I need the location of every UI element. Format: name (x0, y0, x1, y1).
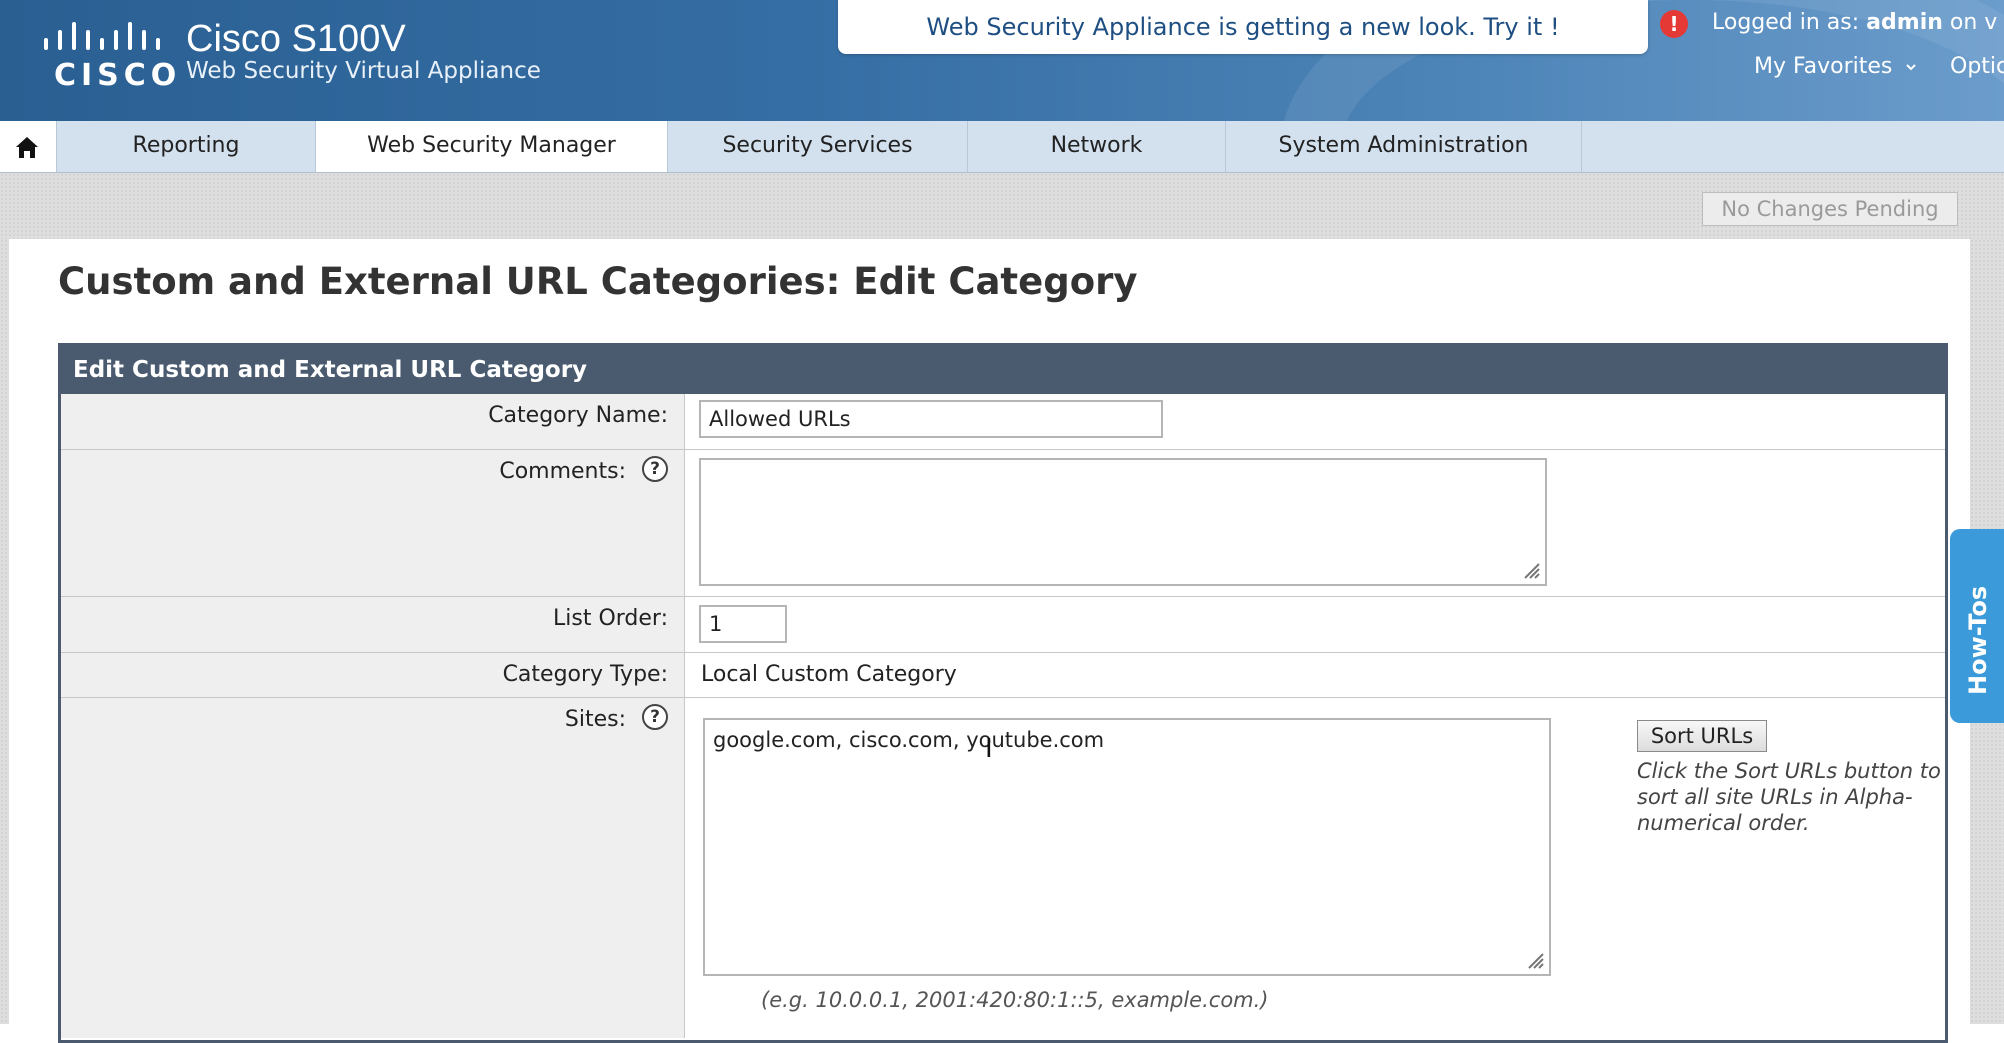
sites-label: Sites: (564, 707, 626, 732)
product-name: Cisco S100V (186, 18, 406, 60)
list-order-label: List Order: (553, 606, 668, 631)
login-prefix: Logged in as: (1712, 10, 1860, 35)
sites-example-hint: (e.g. 10.0.0.1, 2001:420:80:1::5, exampl… (761, 988, 1269, 1012)
category-name-label-cell: Category Name: (61, 394, 685, 449)
list-order-input[interactable] (699, 605, 787, 643)
sites-textarea[interactable]: google.com, cisco.com, youtube.com (703, 718, 1551, 976)
sites-help-icon[interactable]: ? (642, 704, 668, 730)
product-subtitle: Web Security Virtual Appliance (186, 58, 541, 84)
login-suffix: on v (1949, 10, 1998, 35)
category-type-label-cell: Category Type: (61, 653, 685, 697)
nav-home-button[interactable] (0, 121, 57, 172)
resize-grip-icon[interactable] (1523, 948, 1545, 970)
login-status: Logged in as: admin on v (1712, 10, 1997, 35)
cisco-logo-bars-icon (44, 22, 160, 50)
my-favorites-menu[interactable]: My Favorites (1754, 54, 1917, 79)
nav-tab-web-security-manager[interactable]: Web Security Manager (316, 121, 668, 172)
alert-icon[interactable]: ! (1660, 10, 1688, 38)
nav-tab-security-services[interactable]: Security Services (668, 121, 968, 172)
resize-grip-icon[interactable] (1519, 558, 1541, 580)
list-order-label-cell: List Order: (61, 597, 685, 652)
category-name-input[interactable] (699, 400, 1163, 438)
category-name-label: Category Name: (488, 403, 668, 428)
category-type-value: Local Custom Category (701, 662, 957, 687)
home-icon (16, 137, 38, 158)
nav-tab-network[interactable]: Network (968, 121, 1226, 172)
category-type-label: Category Type: (502, 662, 668, 687)
no-changes-pending-button[interactable]: No Changes Pending (1702, 192, 1958, 226)
comments-row: Comments: ? (61, 450, 1945, 597)
sites-row: Sites: ? google.com, cisco.com, youtube.… (61, 698, 1945, 1038)
chevron-down-icon (1906, 64, 1917, 71)
category-type-row: Category Type: Local Custom Category (61, 653, 1945, 698)
app-header: CISCO Cisco S100V Web Security Virtual A… (0, 0, 2004, 121)
sort-urls-button[interactable]: Sort URLs (1637, 720, 1767, 752)
comments-textarea[interactable] (699, 458, 1547, 586)
login-username: admin (1866, 10, 1943, 35)
how-tos-tab[interactable]: How-Tos (1950, 529, 2004, 723)
sites-value: google.com, cisco.com, youtube.com (713, 728, 1105, 752)
comments-label-cell: Comments: ? (61, 450, 685, 596)
nav-tab-reporting[interactable]: Reporting (57, 121, 316, 172)
sort-urls-help-text: Click the Sort URLs button to sort all s… (1637, 759, 1941, 835)
text-cursor-icon: I (985, 734, 993, 764)
options-menu[interactable]: Optic (1950, 54, 2004, 79)
my-favorites-label: My Favorites (1754, 54, 1893, 79)
nav-tab-system-administration[interactable]: System Administration (1226, 121, 1582, 172)
new-look-banner[interactable]: Web Security Appliance is getting a new … (838, 0, 1648, 54)
how-tos-label: How-Tos (1964, 585, 1992, 695)
comments-help-icon[interactable]: ? (642, 456, 668, 482)
list-order-row: List Order: (61, 597, 1945, 653)
left-gutter (0, 239, 9, 1024)
cisco-logo-text: CISCO (54, 58, 182, 93)
main-nav: Reporting Web Security Manager Security … (0, 121, 2004, 173)
category-name-row: Category Name: (61, 394, 1945, 450)
panel-title: Edit Custom and External URL Category (61, 346, 1945, 394)
comments-label: Comments: (499, 459, 626, 484)
sites-label-cell: Sites: ? (61, 698, 685, 1038)
edit-category-panel: Edit Custom and External URL Category Ca… (58, 343, 1948, 1043)
page-title: Custom and External URL Categories: Edit… (58, 260, 1138, 303)
